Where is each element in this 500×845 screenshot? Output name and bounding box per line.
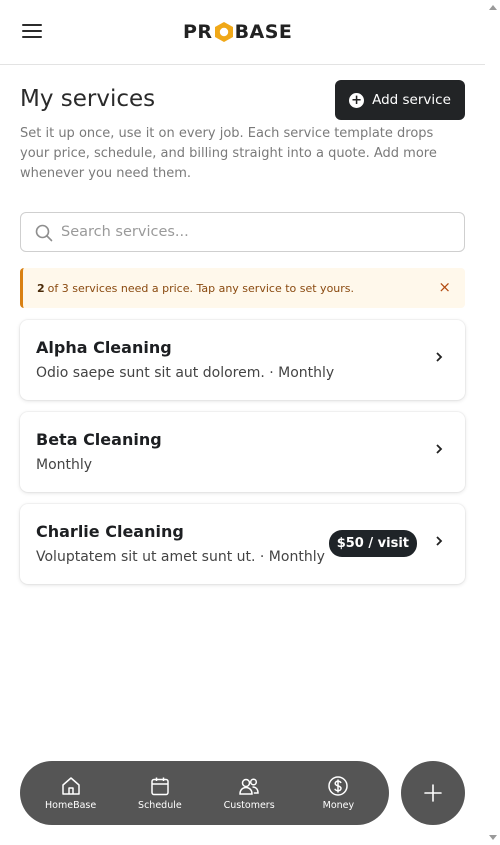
top-bar: PR BASE — [0, 0, 485, 65]
nav-item-homebase[interactable]: HomeBase — [29, 765, 113, 821]
nav-item-money[interactable]: Money — [296, 765, 380, 821]
menu-icon[interactable] — [22, 24, 42, 40]
page-intro: Set it up once, use it on every job. Eac… — [20, 126, 437, 181]
scroll-down-arrow[interactable] — [489, 835, 497, 840]
search-icon — [35, 224, 53, 242]
close-icon[interactable]: × — [438, 279, 451, 295]
probase-logo[interactable]: PR BASE — [183, 20, 292, 44]
bottom-nav: HomeBase Schedule Customers Money — [20, 761, 389, 825]
hex-nut-icon — [214, 22, 233, 42]
quick-add-button[interactable] — [401, 761, 465, 825]
chevron-right-icon — [436, 444, 443, 454]
nav-label: HomeBase — [45, 800, 97, 811]
service-subtitle: Voluptatem sit ut amet sunt ut. · Monthl… — [36, 549, 325, 565]
price-alert: 2 of 3 services need a price. Tap any se… — [20, 268, 465, 308]
add-service-label: Add service — [372, 92, 451, 108]
scroll-up-arrow[interactable] — [489, 5, 497, 10]
chevron-right-icon — [436, 536, 443, 546]
scrollbar[interactable] — [485, 0, 500, 845]
search-box[interactable] — [20, 212, 465, 252]
nav-label: Customers — [223, 800, 275, 811]
service-subtitle: Odio saepe sunt sit aut dolorem. · Month… — [36, 365, 335, 381]
add-service-button[interactable]: + Add service — [335, 80, 465, 120]
page-title: My services — [20, 86, 156, 112]
service-name: Alpha Cleaning — [36, 338, 172, 357]
logo-text-left: PR — [183, 21, 213, 43]
nav-item-customers[interactable]: Customers — [207, 765, 291, 821]
search-input[interactable] — [61, 213, 456, 251]
logo-text-right: BASE — [234, 21, 293, 43]
nav-item-schedule[interactable]: Schedule — [118, 765, 202, 821]
nav-label: Money — [322, 800, 355, 811]
home-icon — [61, 777, 80, 795]
dollar-icon — [328, 776, 349, 796]
alert-count: 2 — [37, 281, 45, 295]
price-badge: $50 / visit — [328, 530, 417, 557]
service-subtitle: Monthly — [36, 457, 93, 473]
chevron-right-icon — [436, 352, 443, 362]
plus-icon — [424, 784, 442, 802]
alert-message: of 3 services need a price. Tap any serv… — [47, 281, 355, 295]
plus-circle-icon: + — [349, 92, 365, 108]
service-card-alpha[interactable]: Alpha Cleaning Odio saepe sunt sit aut d… — [20, 320, 465, 400]
users-icon — [239, 778, 259, 795]
service-name: Charlie Cleaning — [36, 522, 184, 541]
service-name: Beta Cleaning — [36, 430, 162, 449]
nav-label: Schedule — [138, 800, 182, 811]
calendar-icon — [151, 777, 169, 796]
service-card-beta[interactable]: Beta Cleaning Monthly — [20, 412, 465, 492]
service-card-charlie[interactable]: Charlie Cleaning Voluptatem sit ut amet … — [20, 504, 465, 584]
